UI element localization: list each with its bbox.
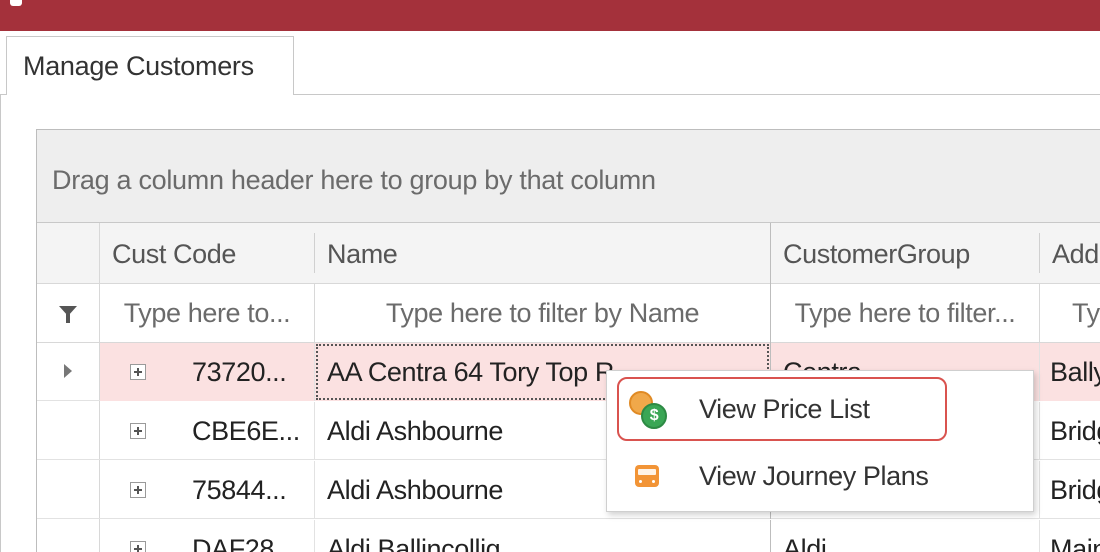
current-row-indicator-icon (64, 364, 72, 378)
filter-input-address[interactable]: Ty (1040, 284, 1100, 342)
bus-icon (635, 465, 659, 487)
cell-address[interactable]: Bally (1040, 343, 1100, 401)
filter-row: Type here to... Type here to filter by N… (37, 284, 1100, 343)
cell-customer-group[interactable]: Aldi (771, 520, 1039, 552)
cell-cust-code[interactable]: 75844... (192, 461, 314, 519)
group-by-panel[interactable]: Drag a column header here to group by th… (37, 130, 1100, 223)
cell-cust-code[interactable]: DAF28... (192, 520, 314, 552)
price-list-icon: $ (629, 391, 669, 431)
menu-item-label: View Journey Plans (699, 461, 929, 491)
context-menu: $ View Price List View Journey Plans (606, 370, 1034, 512)
menu-item-view-price-list[interactable]: $ View Price List (617, 377, 947, 441)
filter-input-cust-code[interactable]: Type here to... (100, 284, 314, 342)
cell-address[interactable]: Bridg (1040, 461, 1100, 519)
menu-item-view-journey-plans[interactable]: View Journey Plans (615, 445, 1027, 507)
menu-item-label: View Price List (699, 394, 870, 424)
expand-row-icon[interactable] (130, 364, 146, 380)
expand-row-icon[interactable] (130, 482, 146, 498)
expand-row-icon[interactable] (130, 541, 146, 552)
cell-cust-code[interactable]: CBE6E... (192, 402, 314, 460)
cell-name[interactable]: Aldi Ballincollig (315, 520, 770, 552)
window-titlebar (0, 0, 1100, 31)
cell-address[interactable]: Main (1040, 520, 1100, 552)
cell-cust-code[interactable]: 73720... (192, 343, 314, 401)
expand-row-icon[interactable] (130, 423, 146, 439)
row-cells: DAF28... Aldi Ballincollig Aldi Main (100, 520, 1100, 552)
column-header-row: Cust Code Name CustomerGroup Add (37, 223, 1100, 284)
tab-manage-customers[interactable]: Manage Customers (6, 36, 294, 95)
filter-input-name[interactable]: Type here to filter by Name (315, 284, 770, 342)
column-header-cust-code[interactable]: Cust Code (100, 223, 314, 283)
window-icon (10, 0, 22, 6)
filter-input-customer-group[interactable]: Type here to filter... (771, 284, 1039, 342)
column-header-customer-group[interactable]: CustomerGroup (771, 223, 1039, 283)
cell-address[interactable]: Bridg (1040, 402, 1100, 460)
panel-border (0, 94, 1, 552)
column-header-address[interactable]: Add (1040, 223, 1100, 283)
column-header-name[interactable]: Name (315, 223, 770, 283)
table-row[interactable]: DAF28... Aldi Ballincollig Aldi Main (37, 520, 1100, 552)
